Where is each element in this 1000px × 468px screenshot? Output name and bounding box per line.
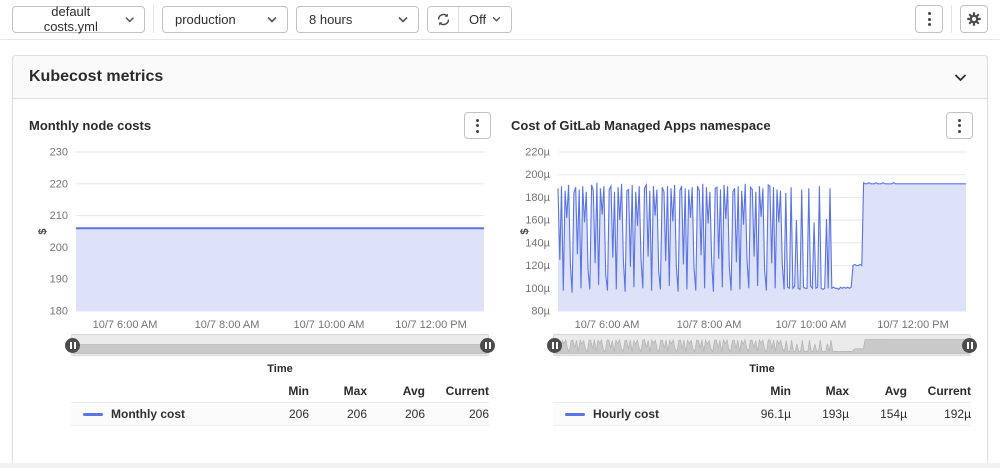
refresh-interval-value: Off <box>469 12 486 27</box>
series-avg: 154µ <box>849 407 907 421</box>
x-axis-label: Time <box>553 356 971 375</box>
svg-text:10/7 10:00 AM: 10/7 10:00 AM <box>294 319 365 331</box>
settings-button[interactable] <box>960 5 988 33</box>
series-marker <box>83 413 103 416</box>
dashboard-toolbar: default costs.yml production 8 hours Off <box>0 0 1000 38</box>
time-range-dropdown[interactable]: 8 hours <box>296 6 419 33</box>
legend-header-min: Min <box>251 384 309 398</box>
series-name: Hourly cost <box>593 407 659 421</box>
svg-text:180: 180 <box>50 306 68 318</box>
gear-icon <box>966 11 982 27</box>
dashboard-file-dropdown[interactable]: default costs.yml <box>12 6 145 33</box>
svg-text:200: 200 <box>50 242 68 254</box>
slider-minimap <box>555 336 969 354</box>
panel-managed-apps-cost: Cost of GitLab Managed Apps namespace 22… <box>511 111 973 426</box>
section-header[interactable]: Kubecost metrics <box>13 56 987 99</box>
panel-more-actions-button[interactable] <box>464 112 491 139</box>
more-actions-button[interactable] <box>915 5 943 33</box>
svg-text:10/7 8:00 AM: 10/7 8:00 AM <box>677 319 742 331</box>
chevron-down-icon <box>398 16 408 23</box>
series-max: 193µ <box>791 407 849 421</box>
svg-text:10/7 6:00 AM: 10/7 6:00 AM <box>93 319 158 331</box>
chevron-down-icon <box>492 16 501 22</box>
slider-handle-left[interactable] <box>65 338 80 353</box>
panel-title: Cost of GitLab Managed Apps namespace <box>511 118 771 133</box>
svg-text:$: $ <box>519 228 531 234</box>
legend-header-max: Max <box>309 384 367 398</box>
svg-text:190: 190 <box>50 274 68 286</box>
environment-dropdown-value: production <box>175 12 236 27</box>
slider-handle-right[interactable] <box>480 338 495 353</box>
legend-header-current: Current <box>907 384 971 398</box>
svg-text:100µ: 100µ <box>525 283 550 295</box>
svg-text:10/7 6:00 AM: 10/7 6:00 AM <box>575 319 640 331</box>
toolbar-separator <box>951 5 952 33</box>
kubecost-metrics-section: Kubecost metrics Monthly node costs 2302… <box>12 55 988 468</box>
svg-text:$: $ <box>37 228 49 234</box>
legend-header-min: Min <box>733 384 791 398</box>
chart-legend: Min Max Avg Current Hourly cost 96.1µ 19… <box>553 382 971 426</box>
panel-monthly-node-costs: Monthly node costs 230 220 210 200 190 180 $10… <box>29 111 491 426</box>
svg-text:80µ: 80µ <box>531 306 550 318</box>
svg-text:10/7 10:00 AM: 10/7 10:00 AM <box>776 319 847 331</box>
svg-text:10/7 12:00 PM: 10/7 12:00 PM <box>395 319 467 331</box>
chart-legend: Min Max Avg Current Monthly cost 206 206… <box>71 382 489 426</box>
svg-text:230: 230 <box>50 147 68 159</box>
toolbar-divider <box>0 39 1000 40</box>
svg-text:160µ: 160µ <box>525 215 550 227</box>
svg-text:220µ: 220µ <box>525 147 550 159</box>
time-range-slider[interactable] <box>553 334 971 356</box>
slider-handle-right[interactable] <box>962 338 977 353</box>
legend-header-max: Max <box>791 384 849 398</box>
section-title: Kubecost metrics <box>29 68 163 86</box>
legend-header-avg: Avg <box>367 384 425 398</box>
series-min: 206 <box>251 407 309 421</box>
chevron-down-icon <box>954 73 967 82</box>
kebab-icon <box>958 119 961 133</box>
kebab-icon <box>476 119 479 133</box>
managed-apps-cost-chart: 220µ 200µ 180µ 160µ 140µ 120µ 100µ 80µ $10/7 6:0… <box>511 144 973 332</box>
series-max: 206 <box>309 407 367 421</box>
panel-more-actions-button[interactable] <box>946 112 973 139</box>
toolbar-separator <box>153 5 154 33</box>
series-min: 96.1µ <box>733 407 791 421</box>
slider-handle-left[interactable] <box>547 338 562 353</box>
time-range-slider[interactable] <box>71 334 489 356</box>
series-marker <box>565 413 585 416</box>
series-current: 206 <box>425 407 489 421</box>
svg-text:10/7 12:00 PM: 10/7 12:00 PM <box>877 319 949 331</box>
svg-text:10/7 8:00 AM: 10/7 8:00 AM <box>195 319 260 331</box>
svg-text:210: 210 <box>50 210 68 222</box>
legend-row-hourly-cost[interactable]: Hourly cost 96.1µ 193µ 154µ 192µ <box>553 402 971 426</box>
chevron-down-icon <box>267 16 277 23</box>
svg-text:140µ: 140µ <box>525 237 550 249</box>
svg-text:120µ: 120µ <box>525 260 550 272</box>
time-range-dropdown-value: 8 hours <box>309 12 352 27</box>
svg-text:200µ: 200µ <box>525 169 550 181</box>
svg-text:220: 220 <box>50 178 68 190</box>
refresh-button[interactable] <box>428 7 458 32</box>
monthly-node-costs-chart: 230 220 210 200 190 180 $10/7 6:00 AM 10/7 8:00… <box>29 144 491 332</box>
refresh-control-group: Off <box>427 6 512 33</box>
svg-text:180µ: 180µ <box>525 192 550 204</box>
slider-minimap <box>73 336 487 354</box>
series-name: Monthly cost <box>111 407 185 421</box>
next-section-edge <box>0 463 1000 468</box>
series-current: 192µ <box>907 407 971 421</box>
legend-header-current: Current <box>425 384 489 398</box>
kebab-icon <box>928 12 931 26</box>
legend-row-monthly-cost[interactable]: Monthly cost 206 206 206 206 <box>71 402 489 426</box>
section-collapse-button[interactable] <box>950 69 971 86</box>
refresh-icon <box>436 12 451 27</box>
environment-dropdown[interactable]: production <box>162 6 288 33</box>
chevron-down-icon <box>125 16 134 23</box>
panel-title: Monthly node costs <box>29 118 151 133</box>
dashboard-file-dropdown-value: default costs.yml <box>25 4 117 34</box>
legend-header-avg: Avg <box>849 384 907 398</box>
series-avg: 206 <box>367 407 425 421</box>
x-axis-label: Time <box>71 356 489 375</box>
refresh-interval-dropdown[interactable]: Off <box>458 7 511 32</box>
